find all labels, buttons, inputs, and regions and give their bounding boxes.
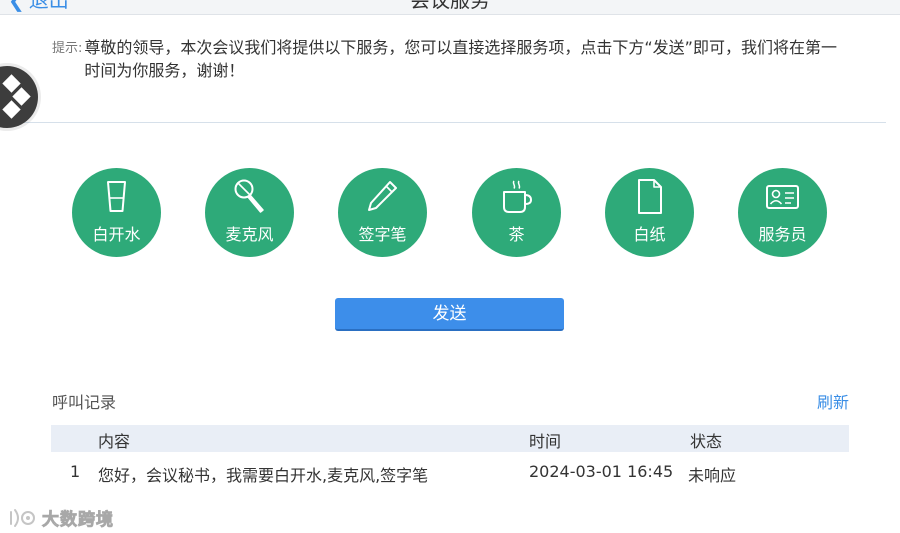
service-label: 麦克风 xyxy=(225,225,274,244)
table-row[interactable]: 1 您好，会议秘书，我需要白开水,麦克风,签字笔 2024-03-01 16:4… xyxy=(51,452,849,492)
top-nav-bar: ❮ 退出 会议服务 xyxy=(0,0,900,15)
row-time: 2024-03-01 16:45 xyxy=(529,462,674,481)
notice: 提示: 尊敬的领导，本次会议我们将提供以下服务，您可以直接选择服务项，点击下方“… xyxy=(52,36,852,82)
tea-cup-icon xyxy=(503,180,533,213)
column-time: 时间 xyxy=(529,432,562,451)
table-header: 内容 时间 状态 xyxy=(51,425,849,452)
service-label: 白纸 xyxy=(633,225,666,244)
service-tea[interactable]: 茶 xyxy=(472,168,561,257)
water-glass-icon xyxy=(107,181,126,212)
pen-icon xyxy=(368,181,397,211)
notice-text: 尊敬的领导，本次会议我们将提供以下服务，您可以直接选择服务项，点击下方“发送”即… xyxy=(84,38,837,80)
send-button[interactable]: 发送 xyxy=(335,298,564,331)
column-content: 内容 xyxy=(98,432,131,451)
divider xyxy=(0,122,886,123)
service-staff[interactable]: 服务员 xyxy=(738,168,827,257)
paper-icon xyxy=(638,179,662,214)
watermark-text: 大数跨境 xyxy=(42,510,114,531)
notice-label: 提示: xyxy=(52,41,83,56)
staff-card-icon xyxy=(766,185,799,209)
row-content: 您好，会议秘书，我需要白开水,麦克风,签字笔 xyxy=(98,466,429,485)
refresh-button[interactable]: 刷新 xyxy=(817,389,849,413)
service-grid: 白开水 麦克风 签字笔 茶 白纸 服务员 xyxy=(72,168,828,258)
records-title: 呼叫记录 xyxy=(52,393,117,412)
service-label: 服务员 xyxy=(758,225,807,244)
watermark: 大数跨境 xyxy=(9,505,114,530)
column-status: 状态 xyxy=(690,432,723,451)
row-index: 1 xyxy=(70,462,81,481)
service-microphone[interactable]: 麦克风 xyxy=(205,168,294,257)
row-status: 未响应 xyxy=(688,466,737,485)
page-title: 会议服务 xyxy=(410,0,490,12)
records-table: 内容 时间 状态 1 您好，会议秘书，我需要白开水,麦克风,签字笔 2024-0… xyxy=(51,425,849,492)
floating-assistive-button[interactable] xyxy=(0,66,38,128)
watermark-logo-icon xyxy=(10,508,35,527)
service-label: 白开水 xyxy=(92,225,141,244)
service-water[interactable]: 白开水 xyxy=(72,168,161,257)
microphone-icon xyxy=(234,179,264,213)
service-label: 签字笔 xyxy=(358,225,407,244)
service-pen[interactable]: 签字笔 xyxy=(338,168,427,257)
service-paper[interactable]: 白纸 xyxy=(605,168,694,257)
service-label: 茶 xyxy=(508,225,525,244)
